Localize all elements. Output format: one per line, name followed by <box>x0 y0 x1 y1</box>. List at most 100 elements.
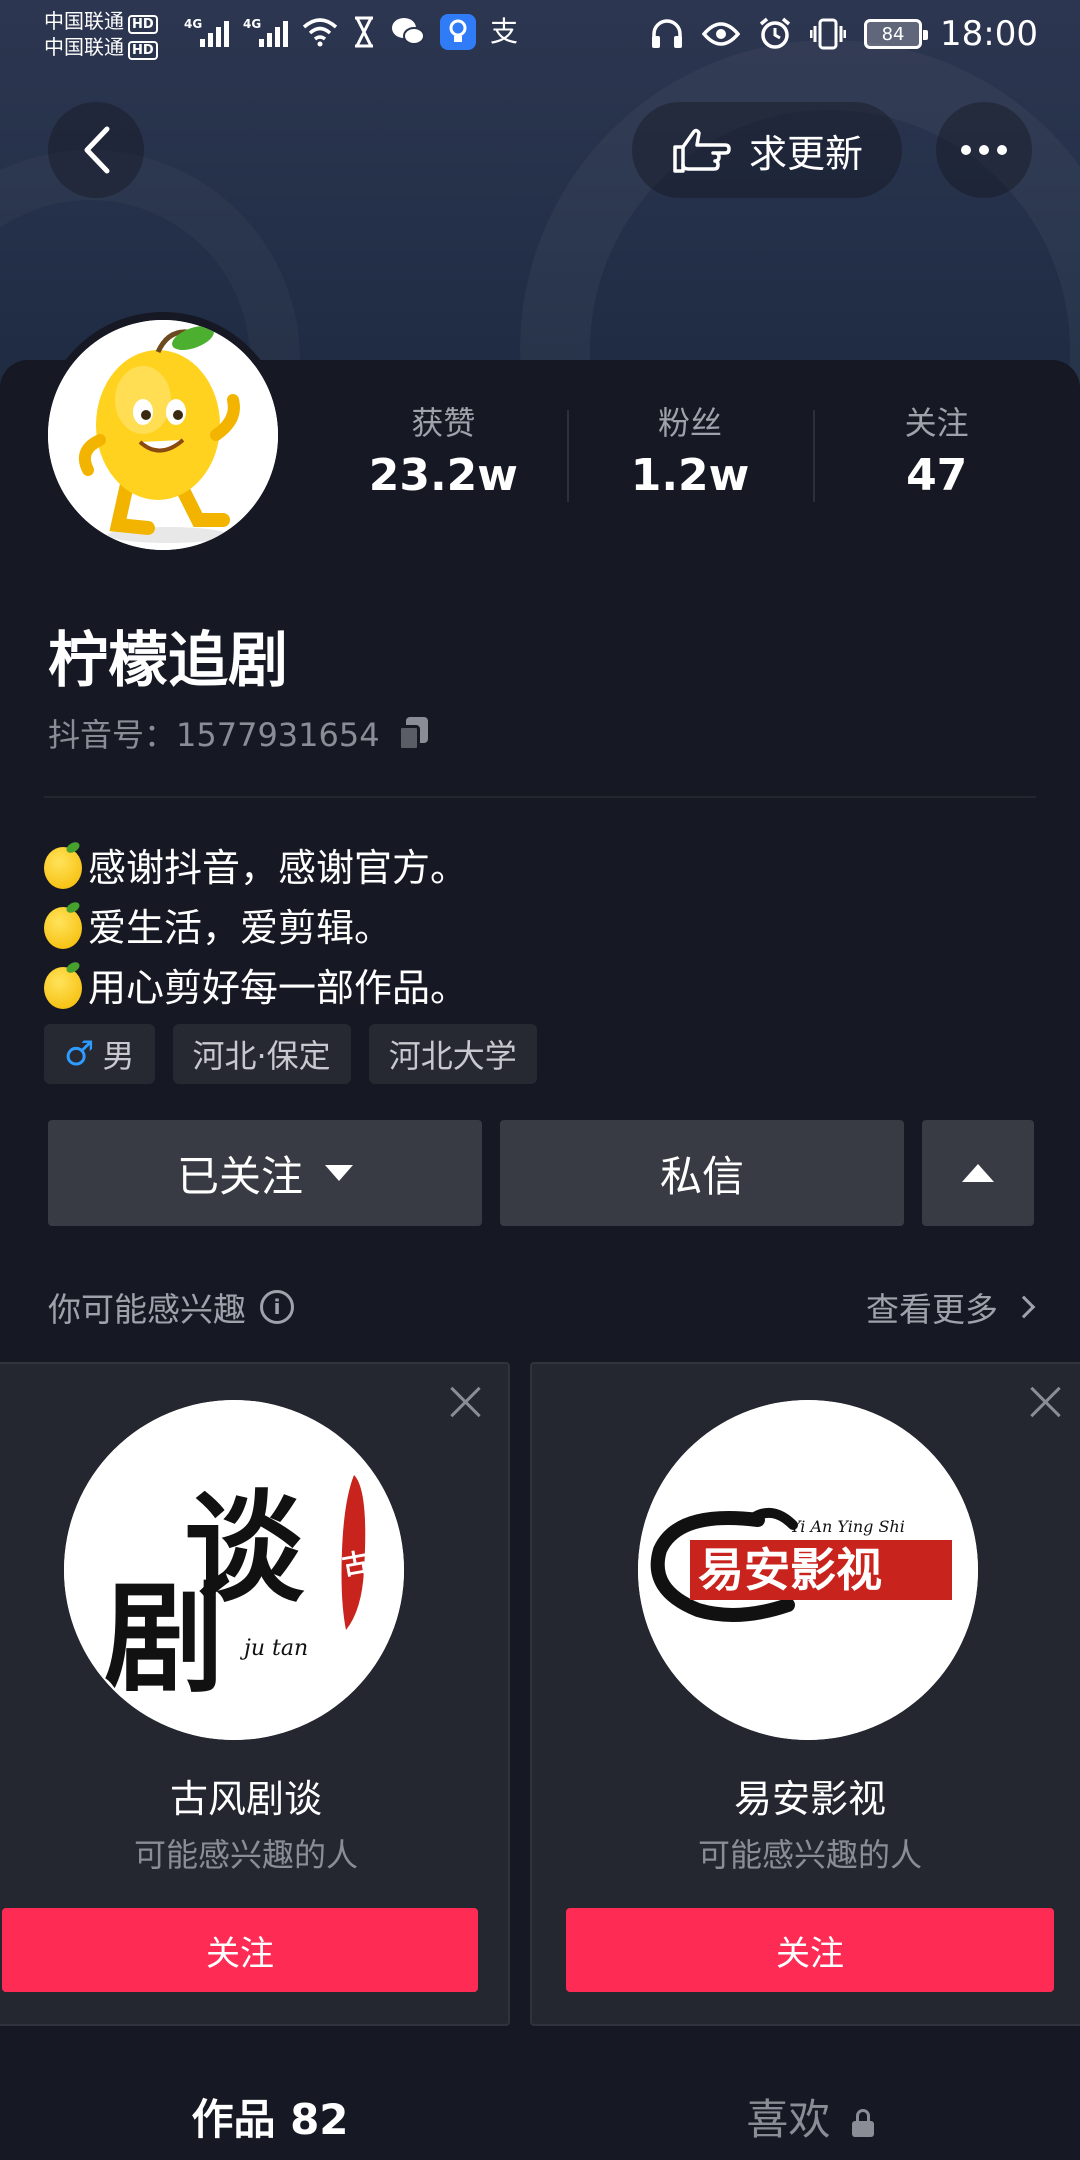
vibrate-icon <box>810 18 847 50</box>
chevron-right-icon <box>1012 1295 1036 1319</box>
more-dots-icon <box>961 145 1007 155</box>
tag-location[interactable]: 河北·保定 <box>172 1024 351 1084</box>
battery-level: 84 <box>881 23 905 45</box>
tab-works[interactable]: 作品 82 <box>0 2080 540 2160</box>
tag-location-label: 河北·保定 <box>192 1037 331 1075</box>
stat-label: 获赞 <box>411 404 476 442</box>
battery-icon: 84 <box>864 19 929 49</box>
recommend-title: 你可能感兴趣 i <box>48 1283 294 1331</box>
status-bar: 中国联通 HD 中国联通 HD 4G 4G 支 84 18:00 <box>0 0 1080 72</box>
caret-down-icon <box>325 1165 353 1181</box>
eye-icon <box>702 22 741 46</box>
divider <box>44 796 1036 798</box>
follow-button[interactable]: 关注 <box>566 1908 1054 1992</box>
lemon-emoji-icon <box>44 967 82 1009</box>
recommend-name: 古风剧谈 <box>169 1777 322 1821</box>
recommend-name: 易安影视 <box>733 1777 886 1821</box>
bio-line: 感谢抖音，感谢官方。 <box>44 838 468 898</box>
message-button[interactable]: 私信 <box>500 1120 904 1226</box>
request-update-button[interactable]: 求更新 <box>632 102 902 198</box>
signal-icon: 4G <box>184 17 229 47</box>
see-more-link[interactable]: 查看更多 <box>866 1283 1036 1331</box>
recommend-subtitle: 可能感兴趣的人 <box>133 1836 358 1874</box>
wechat-icon <box>392 18 425 45</box>
headset-icon <box>652 19 683 48</box>
douyin-id: 抖音号：1577931654 <box>48 710 432 756</box>
network-type: 4G <box>243 17 262 31</box>
clock: 18:00 <box>940 14 1038 54</box>
carrier-info: 中国联通 HD 中国联通 HD <box>44 8 158 60</box>
logo-sub: Yi An Ying Shi <box>790 1517 905 1536</box>
recommend-card[interactable]: 易安影视 Yi An Ying Shi 易安影视 可能感兴趣的人 关注 <box>530 1362 1080 2026</box>
tab-works-label: 作品 82 <box>191 2095 349 2144</box>
request-update-label: 求更新 <box>748 131 863 176</box>
tab-likes[interactable]: 喜欢 <box>540 2080 1080 2160</box>
profile-tabs: 作品 82 喜欢 <box>0 2080 1080 2160</box>
tag-school[interactable]: 河北大学 <box>368 1024 537 1084</box>
stat-following[interactable]: 关注 47 <box>813 400 1060 502</box>
hd-icon: HD <box>128 15 158 34</box>
lemon-emoji-icon <box>44 907 82 949</box>
recommend-avatar[interactable]: 易安影视 Yi An Ying Shi <box>638 1400 978 1740</box>
tag-gender-label: 男 <box>102 1037 135 1075</box>
recommend-avatar[interactable]: 谈 剧 古风 ju tan <box>64 1400 404 1740</box>
logo-char: 剧 <box>104 1568 224 1709</box>
stat-value: 1.2w <box>630 450 750 501</box>
avatar[interactable] <box>40 312 286 558</box>
pointing-hand-icon <box>673 128 731 173</box>
back-button[interactable] <box>48 102 144 198</box>
logo-sub: ju tan <box>239 1636 308 1661</box>
info-icon[interactable]: i <box>260 1290 294 1324</box>
gufeng-jutan-logo: 谈 剧 古风 ju tan <box>64 1400 404 1740</box>
stat-likes[interactable]: 获赞 23.2w <box>320 400 567 501</box>
alarm-icon <box>759 17 791 49</box>
tab-likes-label: 喜欢 <box>746 2095 831 2144</box>
bio-text: 感谢抖音，感谢官方。 <box>88 846 469 890</box>
stat-value: 23.2w <box>368 450 518 501</box>
bio-line: 用心剪好每一部作品。 <box>44 958 468 1018</box>
bulb-app-icon <box>440 14 476 50</box>
lemon-emoji-icon <box>44 847 82 889</box>
close-icon[interactable] <box>1028 1384 1064 1420</box>
stat-value: 47 <box>906 450 968 501</box>
followed-button[interactable]: 已关注 <box>48 1120 482 1226</box>
carrier-name: 中国联通 <box>44 35 124 59</box>
network-type: 4G <box>184 17 203 31</box>
alipay-icon: 支 <box>490 15 519 48</box>
profile-stats: 获赞 23.2w 粉丝 1.2w 关注 47 <box>320 400 1060 502</box>
profile-bio: 感谢抖音，感谢官方。 爱生活，爱剪辑。 用心剪好每一部作品。 <box>44 838 468 1018</box>
hourglass-icon <box>355 16 373 48</box>
profile-screen: 中国联通 HD 中国联通 HD 4G 4G 支 84 18:00 求更新 获赞 … <box>0 0 1080 2160</box>
hd-icon: HD <box>128 41 158 60</box>
more-button[interactable] <box>936 102 1032 198</box>
signal-icon: 4G <box>243 17 288 47</box>
bio-text: 用心剪好每一部作品。 <box>88 966 469 1010</box>
recommend-title-text: 你可能感兴趣 <box>48 1290 246 1329</box>
follow-button[interactable]: 关注 <box>2 1908 478 1992</box>
collapse-recommend-button[interactable] <box>922 1120 1034 1226</box>
male-icon: ♂ <box>64 1034 95 1074</box>
yian-yingshi-logo: 易安影视 Yi An Ying Shi <box>638 1400 978 1740</box>
lock-icon <box>851 2108 874 2137</box>
carrier-name: 中国联通 <box>44 9 124 33</box>
stat-followers[interactable]: 粉丝 1.2w <box>566 400 814 502</box>
message-label: 私信 <box>659 1151 744 1201</box>
copy-icon[interactable] <box>396 715 432 751</box>
recommend-header: 你可能感兴趣 i 查看更多 <box>48 1282 1036 1332</box>
recommend-subtitle: 可能感兴趣的人 <box>697 1836 922 1874</box>
stat-label: 关注 <box>904 404 969 442</box>
status-icons-right: 84 18:00 <box>650 14 1038 54</box>
back-arrow-icon <box>84 126 110 174</box>
tag-gender: ♂ 男 <box>44 1024 155 1084</box>
stat-label: 粉丝 <box>658 404 723 442</box>
recommend-card[interactable]: 谈 剧 古风 ju tan 古风剧谈 可能感兴趣的人 关注 <box>0 1362 510 2026</box>
see-more-label: 查看更多 <box>866 1290 998 1329</box>
caret-up-icon <box>962 1164 994 1182</box>
wifi-icon <box>302 18 338 47</box>
bio-text: 爱生活，爱剪辑。 <box>88 906 393 950</box>
followed-label: 已关注 <box>176 1151 303 1201</box>
close-icon[interactable] <box>448 1384 484 1420</box>
status-icons-left: 4G 4G 支 <box>184 14 518 50</box>
profile-tags: ♂ 男 河北·保定 河北大学 <box>44 1024 537 1084</box>
douyin-id-text: 抖音号：1577931654 <box>48 716 380 754</box>
